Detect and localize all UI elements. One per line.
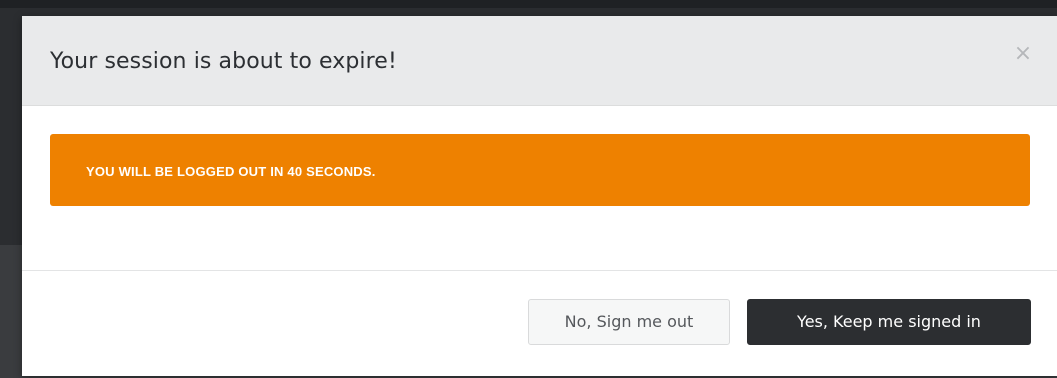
backdrop-top-strip	[0, 0, 1057, 8]
dialog-header: Your session is about to expire! ×	[22, 16, 1057, 106]
logout-countdown-text: YOU WILL BE LOGGED OUT IN 40 SECONDS.	[86, 164, 376, 179]
session-expiry-dialog: Your session is about to expire! × YOU W…	[22, 16, 1057, 376]
keep-signed-in-button[interactable]: Yes, Keep me signed in	[747, 299, 1031, 345]
dialog-title: Your session is about to expire!	[50, 49, 397, 74]
sign-out-button[interactable]: No, Sign me out	[528, 299, 730, 345]
close-icon[interactable]: ×	[1011, 42, 1035, 66]
logout-warning-banner: YOU WILL BE LOGGED OUT IN 40 SECONDS.	[50, 134, 1030, 206]
footer-divider	[22, 270, 1057, 271]
backdrop-left-panel	[0, 245, 22, 378]
